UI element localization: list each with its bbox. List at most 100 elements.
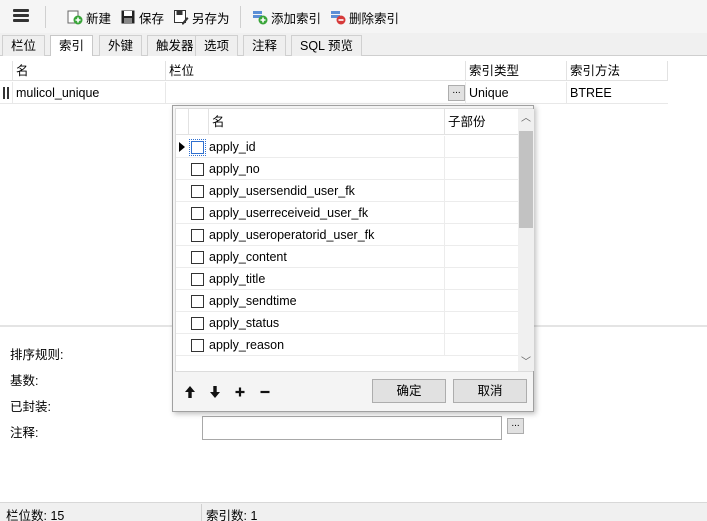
comment-ellipsis-button[interactable]: ... — [507, 418, 524, 434]
tab-bar: 栏位 索引 外键 触发器 选项 注释 SQL 预览 — [0, 33, 707, 57]
table-row[interactable]: mulicol_unique ... Unique BTREE — [0, 82, 668, 104]
list-item[interactable]: apply_sendtime — [176, 290, 518, 312]
text-cursor-icon — [3, 87, 9, 99]
column-header-check — [188, 109, 208, 135]
save-as-label: 另存为 — [192, 11, 230, 26]
tab-fields[interactable]: 栏位 — [2, 35, 46, 56]
sub-part-cell[interactable] — [444, 312, 518, 334]
delete-index-icon — [330, 9, 346, 25]
delete-index-button[interactable]: 删除索引 — [330, 8, 399, 26]
field-checkbox[interactable] — [191, 229, 204, 242]
index-type-cell[interactable]: Unique — [465, 82, 566, 104]
add-field-icon[interactable] — [232, 385, 248, 401]
field-checkbox[interactable] — [189, 139, 206, 156]
index-editor-window: 新建 保存 另存为 添加索引 删除索引 栏位 索引 外键 触发器 选项 注释 S… — [0, 0, 707, 521]
add-index-button[interactable]: 添加索引 — [252, 8, 321, 26]
list-item[interactable]: apply_content — [176, 246, 518, 268]
scroll-up-icon[interactable]: ︿ — [518, 111, 534, 127]
comment-input[interactable] — [202, 416, 502, 440]
index-fields-cell[interactable] — [165, 82, 465, 104]
column-header-name[interactable]: 名 — [208, 109, 444, 135]
toolbar: 新建 保存 另存为 添加索引 删除索引 — [0, 0, 707, 33]
column-header-index-type[interactable]: 索引类型 — [465, 61, 566, 81]
field-count: 栏位数: 15 — [6, 509, 65, 521]
fields-ellipsis-button[interactable]: ... — [448, 85, 465, 101]
delete-index-label: 删除索引 — [349, 11, 400, 26]
save-button[interactable]: 保存 — [120, 8, 164, 26]
field-name: apply_no — [209, 162, 260, 176]
add-index-icon — [252, 9, 268, 25]
new-button[interactable]: 新建 — [67, 8, 111, 26]
sub-part-cell[interactable] — [444, 136, 518, 158]
add-index-label: 添加索引 — [271, 11, 322, 26]
column-header-index-method[interactable]: 索引方法 — [566, 61, 668, 81]
sub-part-cell[interactable] — [444, 334, 518, 356]
field-name: apply_content — [209, 250, 287, 264]
scrollbar-thumb[interactable] — [519, 131, 533, 228]
index-grid-header: 名 栏位 索引类型 索引方法 — [0, 61, 668, 81]
sub-part-cell[interactable] — [444, 290, 518, 312]
save-icon — [120, 9, 136, 25]
list-item[interactable]: apply_id — [176, 136, 518, 158]
column-header-sub-part[interactable]: 子部份 — [444, 109, 518, 135]
field-checkbox[interactable] — [191, 273, 204, 286]
packed-label: 已封装: — [10, 400, 51, 414]
tab-indexes[interactable]: 索引 — [50, 35, 94, 57]
field-checkbox[interactable] — [191, 295, 204, 308]
field-name: apply_reason — [209, 338, 285, 352]
field-picker-popup: 名 子部份 apply_id apply_no apply_usersendid… — [172, 105, 534, 412]
comment-label: 注释: — [10, 426, 39, 440]
save-as-icon — [173, 9, 189, 25]
tab-sql-preview[interactable]: SQL 预览 — [291, 35, 363, 56]
sub-part-cell[interactable] — [444, 268, 518, 290]
tab-comments[interactable]: 注释 — [243, 35, 287, 56]
sub-part-cell[interactable] — [444, 246, 518, 268]
menu-icon[interactable] — [13, 9, 29, 23]
field-picker-list: 名 子部份 apply_id apply_no apply_usersendid… — [175, 108, 534, 372]
new-icon — [67, 9, 83, 25]
column-header-fields[interactable]: 栏位 — [165, 61, 465, 81]
field-picker-header: 名 子部份 — [176, 109, 518, 135]
field-name: apply_userreceiveid_user_fk — [209, 206, 369, 220]
list-item[interactable]: apply_no — [176, 158, 518, 180]
move-down-icon[interactable] — [207, 385, 223, 401]
field-name: apply_status — [209, 316, 280, 330]
remove-field-icon[interactable] — [257, 385, 273, 401]
field-checkbox[interactable] — [191, 339, 204, 352]
move-up-icon[interactable] — [182, 385, 198, 401]
field-checkbox[interactable] — [191, 251, 204, 264]
cancel-button[interactable]: 取消 — [453, 379, 527, 403]
scroll-down-icon[interactable]: ﹀ — [518, 355, 534, 371]
tab-foreign-keys[interactable]: 外键 — [99, 35, 143, 56]
save-as-button[interactable]: 另存为 — [173, 8, 230, 26]
field-name: apply_sendtime — [209, 294, 297, 308]
list-item[interactable]: apply_usersendid_user_fk — [176, 180, 518, 202]
index-count: 索引数: 1 — [206, 509, 258, 521]
list-item[interactable]: apply_title — [176, 268, 518, 290]
vertical-scrollbar[interactable]: ︿ ﹀ — [518, 109, 534, 371]
sub-part-cell[interactable] — [444, 180, 518, 202]
field-name: apply_id — [209, 140, 256, 154]
list-item[interactable]: apply_useroperatorid_user_fk — [176, 224, 518, 246]
index-name-cell[interactable]: mulicol_unique — [12, 82, 165, 104]
tab-options[interactable]: 选项 — [195, 35, 239, 56]
field-name: apply_usersendid_user_fk — [209, 184, 355, 198]
index-method-cell[interactable]: BTREE — [566, 82, 668, 104]
field-name: apply_useroperatorid_user_fk — [209, 228, 375, 242]
list-item[interactable]: apply_reason — [176, 334, 518, 356]
field-checkbox[interactable] — [191, 207, 204, 220]
list-item[interactable]: apply_userreceiveid_user_fk — [176, 202, 518, 224]
field-checkbox[interactable] — [191, 317, 204, 330]
cardinality-label: 基数: — [10, 374, 39, 388]
field-checkbox[interactable] — [191, 163, 204, 176]
toolbar-divider — [45, 6, 46, 28]
sub-part-cell[interactable] — [444, 158, 518, 180]
ok-button[interactable]: 确定 — [372, 379, 446, 403]
list-item[interactable]: apply_status — [176, 312, 518, 334]
status-divider — [201, 504, 202, 521]
sub-part-cell[interactable] — [444, 202, 518, 224]
field-checkbox[interactable] — [191, 185, 204, 198]
column-header-name[interactable]: 名 — [12, 61, 165, 81]
sub-part-cell[interactable] — [444, 224, 518, 246]
field-name: apply_title — [209, 272, 266, 286]
